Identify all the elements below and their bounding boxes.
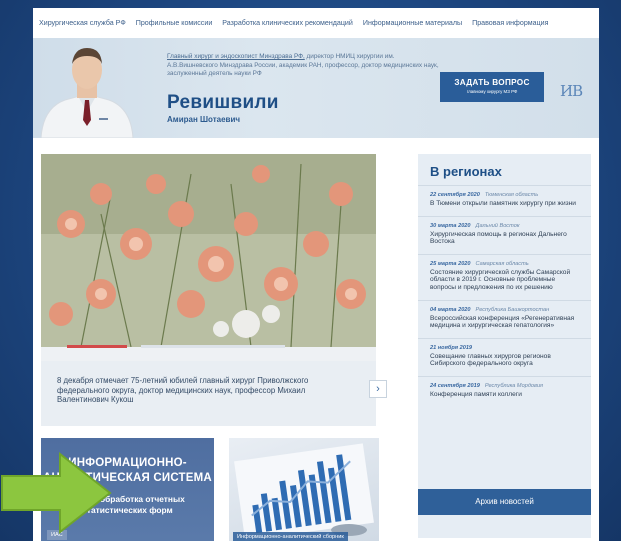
- hero-description: Главный хирург и эндоскопист Минздрава Р…: [167, 53, 447, 79]
- news-region: Дальний Восток: [475, 222, 520, 229]
- slide-indicator-active[interactable]: [67, 345, 127, 348]
- news-date: 24 сентября 2019: [430, 382, 480, 389]
- regions-title: В регионах: [430, 164, 502, 179]
- hero-banner: Главный хирург и эндоскопист Минздрава Р…: [33, 38, 599, 138]
- nav-item-commissions[interactable]: Профильные комиссии: [136, 19, 213, 27]
- top-nav: Хирургическая служба РФ Профильные комис…: [33, 8, 599, 38]
- nav-item-legal-info[interactable]: Правовая информация: [472, 19, 548, 27]
- slide-indicator-inactive[interactable]: [141, 345, 285, 348]
- region-news-item[interactable]: 22 сентября 2020 Тюменская область В Тюме…: [418, 185, 591, 216]
- news-slider: 8 декабря отмечает 75-летний юбилей глав…: [41, 154, 387, 426]
- news-text[interactable]: Совещание главных хирургов регионов Сиби…: [430, 353, 579, 368]
- news-text[interactable]: Состояние хирургической службы Самарской…: [430, 269, 579, 292]
- chevron-right-icon: ›: [376, 383, 380, 395]
- region-news-item[interactable]: 30 марта 2020 Дальний Восток Хирургическа…: [418, 215, 591, 254]
- news-date: 21 ноября 2019: [430, 344, 473, 351]
- region-news-item[interactable]: 21 ноября 2019 Совещание главных хирурго…: [418, 337, 591, 376]
- slide-progress-track: [41, 347, 376, 361]
- news-text[interactable]: В Тюмени открыли памятник хирургу при жи…: [430, 200, 579, 208]
- main-content: 8 декабря отмечает 75-летний юбилей глав…: [33, 138, 599, 541]
- news-text[interactable]: Хирургическая помощь в регионах Дальнего…: [430, 231, 579, 246]
- news-date: 22 сентября 2020: [430, 192, 480, 198]
- hero-surname: Ревишвили: [167, 92, 279, 113]
- news-archive-button[interactable]: Архив новостей: [418, 489, 591, 515]
- slide-caption[interactable]: 8 декабря отмечает 75-летний юбилей глав…: [57, 376, 353, 405]
- news-region: Самарская область: [475, 260, 529, 267]
- ask-question-sublabel: главному хирургу МЗ РФ: [466, 89, 518, 94]
- analytics-collection-card[interactable]: Информационно-аналитический сборник: [229, 438, 379, 541]
- nav-item-info-materials[interactable]: Информационные материалы: [363, 19, 462, 27]
- arrow-right-icon: [1, 452, 112, 534]
- region-news-item[interactable]: 24 сентября 2019 Республика Мордовия Конф…: [418, 375, 591, 407]
- region-news-item[interactable]: 25 марта 2020 Самарская область Состояние…: [418, 253, 591, 300]
- region-news-item[interactable]: 04 марта 2020 Республика Башкортостан Все…: [418, 299, 591, 338]
- slide-next-button[interactable]: ›: [369, 380, 387, 398]
- news-region: Республика Башкортостан: [475, 306, 550, 313]
- hero-description-link[interactable]: Главный хирург и эндоскопист Минздрава Р…: [167, 53, 305, 60]
- analytics-collection-tag: Информационно-аналитический сборник: [233, 532, 348, 541]
- page: Хирургическая служба РФ Профильные комис…: [33, 8, 599, 541]
- portrait-image: [40, 48, 134, 138]
- news-region: Республика Мордовия: [484, 382, 544, 389]
- ask-question-label: ЗАДАТЬ ВОПРОС: [454, 78, 530, 87]
- news-date: 04 марта 2020: [430, 306, 471, 313]
- news-text[interactable]: Конференция памяти коллеги: [430, 391, 579, 399]
- bar-chart-photo-image: [234, 443, 374, 541]
- slide-flowers-image[interactable]: [41, 154, 376, 347]
- news-date: 25 марта 2020: [430, 260, 471, 267]
- nav-item-surgical-service[interactable]: Хирургическая служба РФ: [39, 19, 126, 27]
- nav-item-guidelines[interactable]: Разработка клинических рекомендаций: [222, 19, 353, 27]
- hero-given-name: Амиран Шотаевич: [167, 115, 241, 124]
- institute-logo: ИВ: [560, 82, 583, 100]
- news-date: 30 марта 2020: [430, 222, 471, 229]
- regions-panel: В регионах 22 сентября 2020 Тюменская обл…: [418, 154, 591, 538]
- news-region: Тюменская область: [484, 192, 539, 198]
- ask-question-button[interactable]: ЗАДАТЬ ВОПРОС главному хирургу МЗ РФ: [440, 72, 544, 102]
- news-text[interactable]: Всероссийская конференция «Регенеративна…: [430, 315, 579, 330]
